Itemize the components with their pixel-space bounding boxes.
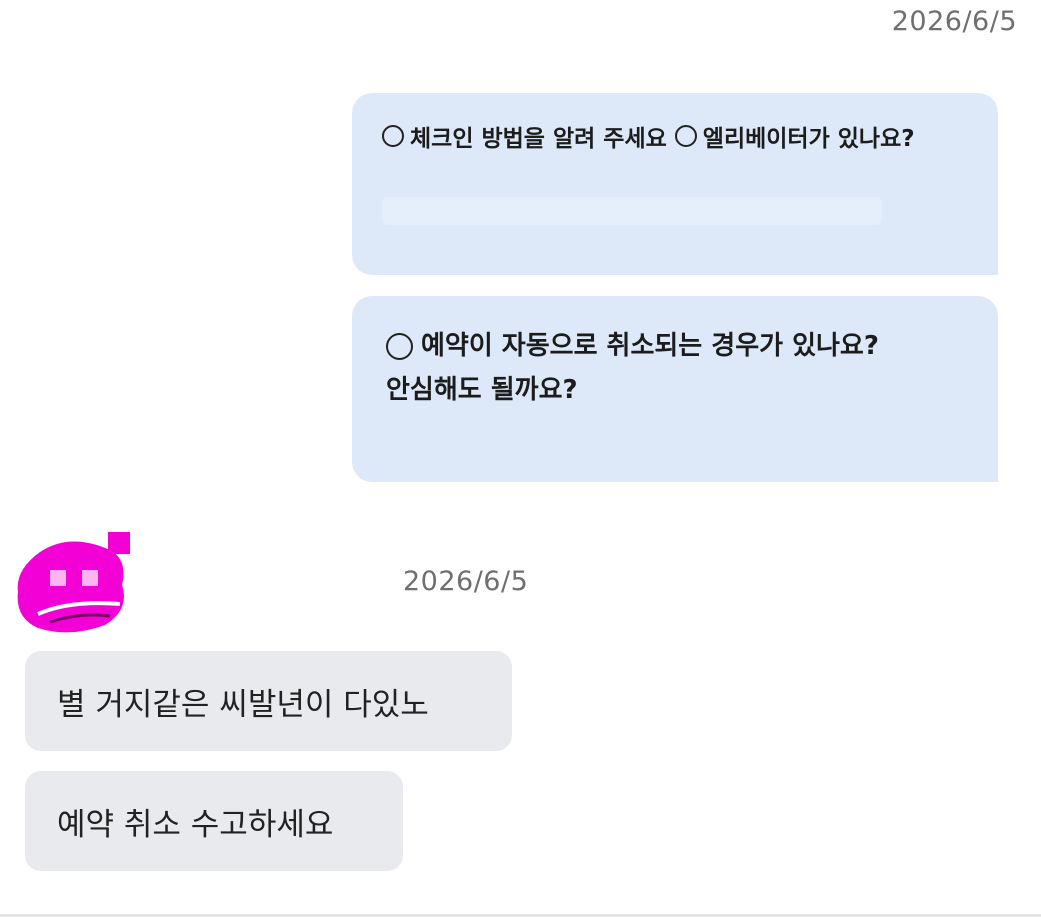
option-row: 체크인 방법을 알려 주세요 엘리베이터가 있나요?	[382, 119, 998, 153]
received-message-bubble[interactable]: 별 거지같은 씨발년이 다있노	[25, 651, 512, 751]
radio-circle-icon	[674, 125, 697, 147]
message-text: 예약 취소 수고하세요	[57, 806, 334, 843]
message-text: 별 거지같은 씨발년이 다있노	[57, 686, 429, 723]
radio-circle-icon	[382, 125, 404, 147]
received-timestamp: 2026/6/5	[403, 566, 529, 597]
censored-avatar-icon[interactable]	[10, 530, 138, 640]
sent-message-bubble[interactable]: 체크인 방법을 알려 주세요 엘리베이터가 있나요?	[352, 93, 998, 275]
option-elevator-label: 엘리베이터가 있나요?	[702, 126, 915, 152]
received-message-bubble[interactable]: 예약 취소 수고하세요	[25, 771, 403, 871]
sent-timestamp: 2026/6/5	[891, 6, 1017, 37]
message-line: 안심해도 될까요?	[386, 375, 578, 405]
blurred-text	[382, 197, 882, 225]
option-checkin-label: 체크인 방법을 알려 주세요	[410, 126, 667, 152]
message-line: 예약이 자동으로 취소되는 경우가 있나요?	[421, 331, 879, 361]
option-row: 예약이 자동으로 취소되는 경우가 있나요?	[386, 324, 998, 368]
sent-message-bubble[interactable]: 예약이 자동으로 취소되는 경우가 있나요? 안심해도 될까요?	[352, 296, 998, 482]
message-line-row: 안심해도 될까요?	[386, 368, 998, 412]
radio-circle-icon	[386, 332, 413, 360]
